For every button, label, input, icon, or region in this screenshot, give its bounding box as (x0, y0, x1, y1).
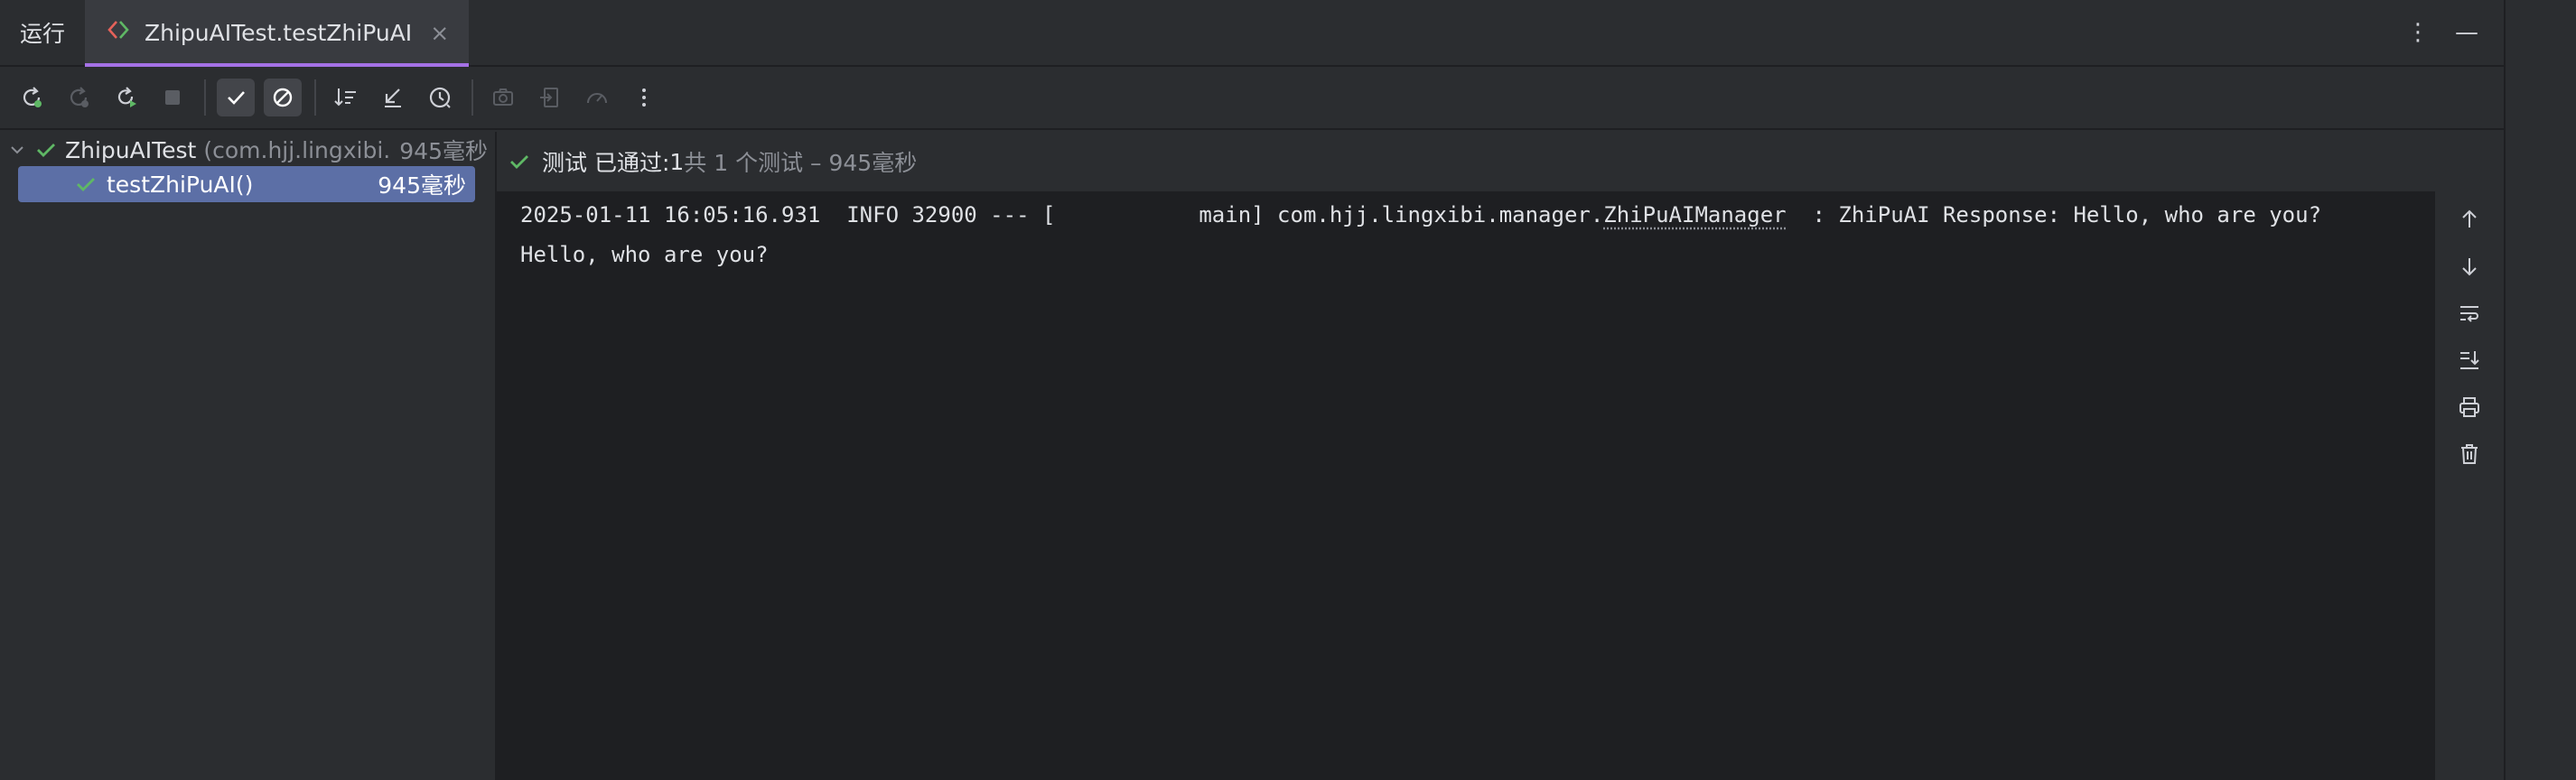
tree-node-test-class[interactable]: ZhipuAITest (com.hjj.lingxibi.m 945毫秒 (0, 132, 493, 168)
arrow-up-icon (2457, 207, 2482, 232)
tests-total-summary: 共 1 个测试 – 945毫秒 (684, 145, 917, 178)
scroll-to-end-button[interactable] (2453, 345, 2486, 376)
collapse-all-icon (379, 84, 406, 111)
camera-icon (490, 84, 517, 111)
more-vertical-icon (630, 84, 658, 111)
import-icon (537, 84, 564, 111)
passed-check-icon (34, 138, 58, 162)
console-log-line: 2025-01-11 16:05:16.931 INFO 32900 --- [… (520, 195, 2321, 235)
log-message: : ZhiPuAI Response: Hello, who are you? (1787, 202, 2321, 228)
test-runner-toolbar (0, 67, 2504, 130)
speedometer-icon (583, 84, 611, 111)
rerun-failed-icon (65, 84, 92, 111)
tests-passed-label: 测试 已通过: (542, 145, 669, 178)
toggle-auto-test-button[interactable] (107, 79, 145, 116)
console-output[interactable]: 2025-01-11 16:05:16.931 INFO 32900 --- [… (497, 191, 2435, 780)
show-passed-toggle[interactable] (217, 79, 255, 116)
ignored-icon (269, 84, 296, 111)
test-history-icon (426, 84, 453, 111)
rerun-button[interactable] (13, 79, 51, 116)
toolbar-separator (471, 79, 473, 116)
run-configuration-tab[interactable]: ZhipuAITest.testZhiPuAI × (85, 0, 469, 65)
toggle-auto-test-icon (112, 84, 139, 111)
minimize-icon[interactable]: — (2455, 19, 2478, 46)
scroll-up-button[interactable] (2453, 204, 2486, 235)
scroll-to-end-icon (2457, 348, 2482, 373)
tests-passed-count: 1 (669, 149, 684, 175)
toolbar-separator (204, 79, 206, 116)
test-results-tree: ZhipuAITest (com.hjj.lingxibi.m 945毫秒 te… (0, 132, 497, 780)
show-ignored-toggle[interactable] (264, 79, 302, 116)
stop-icon (159, 84, 186, 111)
coverage-button[interactable] (578, 79, 616, 116)
test-class-duration: 945毫秒 (399, 134, 493, 166)
console-output-line: Hello, who are you? (520, 235, 769, 274)
import-tests-button[interactable] (531, 79, 569, 116)
log-class-link[interactable]: ZhiPuAIManager (1603, 202, 1786, 228)
test-method-duration: 945毫秒 (378, 168, 475, 200)
more-actions-button[interactable] (625, 79, 663, 116)
test-class-name: ZhipuAITest (65, 137, 196, 163)
soft-wrap-icon (2457, 301, 2482, 326)
test-status-bar: 测试 已通过: 1 共 1 个测试 – 945毫秒 (497, 132, 2504, 191)
arrow-down-icon (2457, 254, 2482, 279)
screenshot-button[interactable] (484, 79, 522, 116)
rerun-failed-button[interactable] (60, 79, 98, 116)
chevron-down-icon[interactable] (0, 142, 34, 158)
tool-window-title: 运行 (0, 0, 85, 65)
test-history-button[interactable] (421, 79, 459, 116)
sort-alphabetically-button[interactable] (327, 79, 365, 116)
passed-check-icon (508, 150, 531, 173)
more-options-icon[interactable]: ⋮ (2406, 19, 2430, 46)
sort-alphabetically-icon (332, 84, 359, 111)
check-icon (222, 84, 249, 111)
test-run-icon (107, 19, 132, 46)
print-icon (2457, 395, 2482, 420)
toolbar-separator (314, 79, 316, 116)
clear-all-button[interactable] (2453, 439, 2486, 469)
soft-wrap-button[interactable] (2453, 298, 2486, 329)
console-actions (2435, 191, 2504, 780)
run-tab-label: ZhipuAITest.testZhiPuAI (145, 20, 412, 46)
tool-window-header: 运行 ZhipuAITest.testZhiPuAI × ⋮ — (0, 0, 2504, 67)
right-tool-stripe (2504, 0, 2576, 780)
stop-button[interactable] (154, 79, 191, 116)
scroll-down-button[interactable] (2453, 251, 2486, 282)
trash-icon (2457, 441, 2482, 467)
rerun-icon (18, 84, 45, 111)
close-tab-icon[interactable]: × (430, 20, 449, 46)
print-button[interactable] (2453, 392, 2486, 422)
test-method-name: testZhiPuAI() (107, 172, 253, 198)
tree-node-test-method[interactable]: testZhiPuAI() 945毫秒 (18, 166, 475, 202)
test-class-package: (com.hjj.lingxibi.m (203, 137, 391, 163)
log-prefix: 2025-01-11 16:05:16.931 INFO 32900 --- [… (520, 202, 1603, 228)
sort-by-duration-button[interactable] (374, 79, 412, 116)
passed-check-icon (74, 172, 98, 196)
